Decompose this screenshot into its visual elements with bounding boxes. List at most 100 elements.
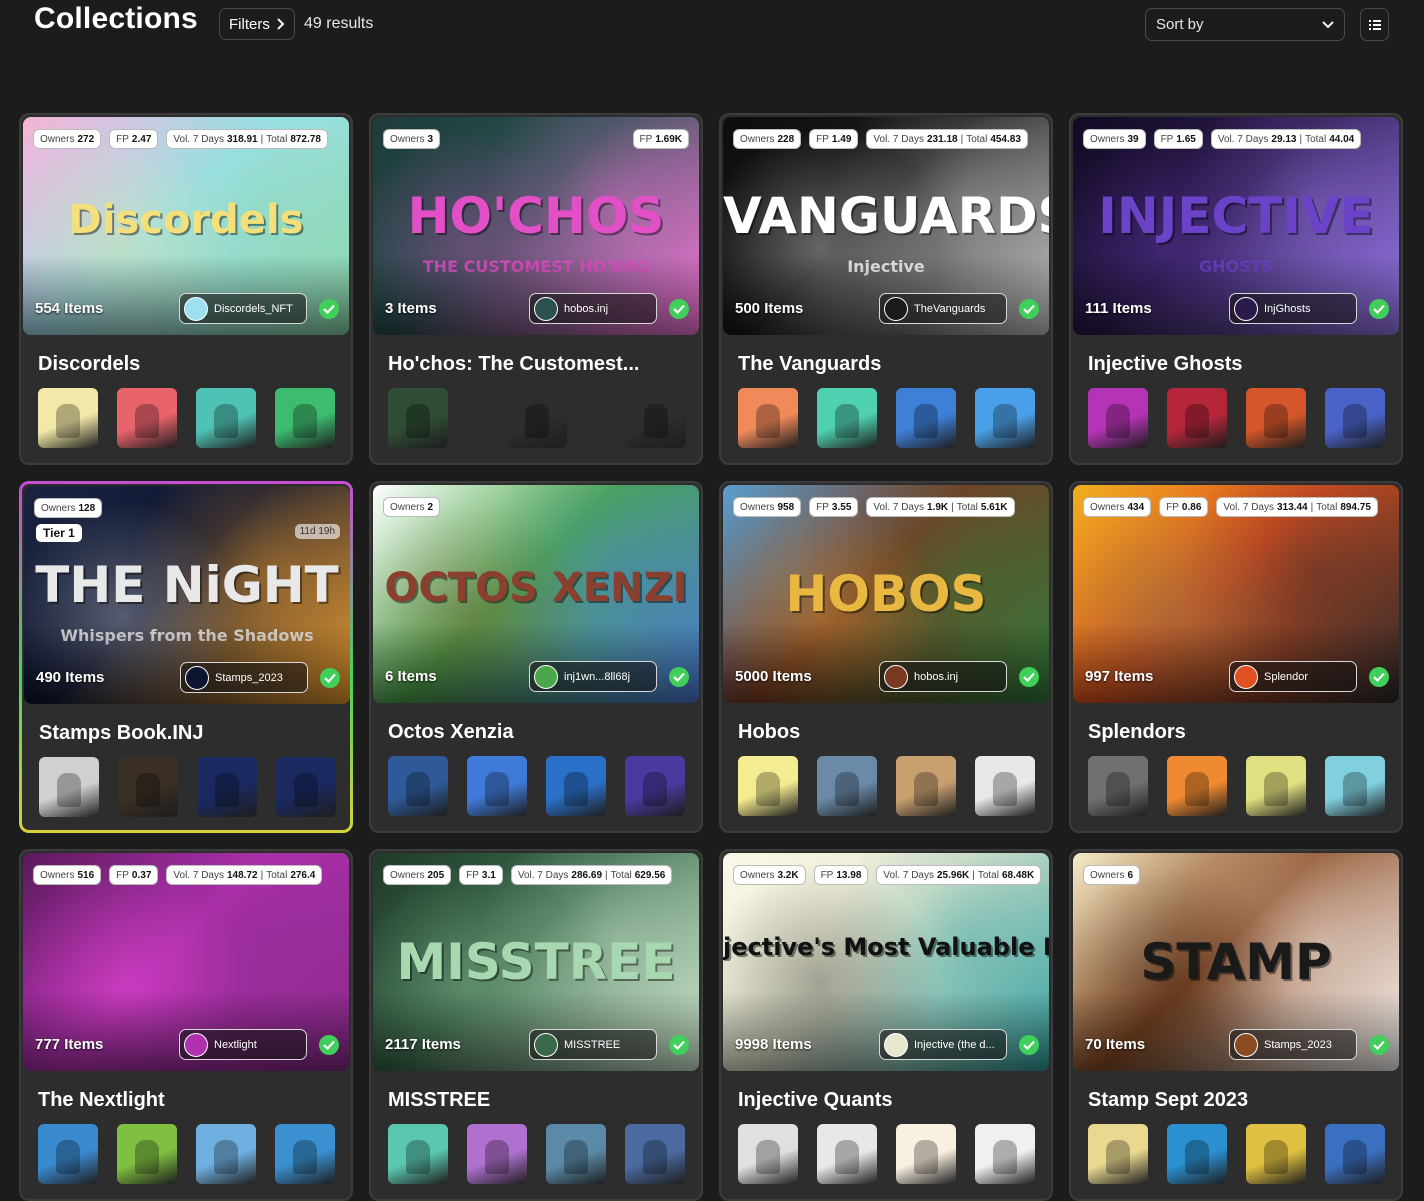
collection-card[interactable]: VANGUARDSInjectiveOwners228FP1.49Vol. 7 …: [719, 113, 1053, 465]
nft-thumbnail[interactable]: [118, 757, 178, 817]
nft-thumbnail[interactable]: [896, 388, 956, 448]
collection-banner[interactable]: HOBOS Owners 958 FP 3.55 Vol. 7 Days 1.9K | Tota…: [723, 485, 1049, 703]
creator-chip[interactable]: Splendor: [1229, 661, 1357, 692]
avatar: [1234, 664, 1258, 689]
creator-chip[interactable]: Nextlight: [179, 1029, 307, 1060]
collection-name: The Vanguards: [738, 353, 882, 375]
collection-banner[interactable]: VANGUARDSInjectiveOwners228FP1.49Vol. 7 …: [723, 117, 1049, 335]
nft-thumbnail[interactable]: [738, 756, 798, 816]
items-count: 70 Items: [1085, 1036, 1146, 1053]
nft-thumbnail[interactable]: [1325, 1124, 1385, 1184]
sort-select[interactable]: Sort by: [1145, 8, 1345, 41]
owners-pill: Owners 272: [33, 129, 102, 149]
owners-pill: Owners 205: [383, 865, 452, 885]
creator-chip[interactable]: Stamps_2023: [1229, 1029, 1357, 1060]
collection-card[interactable]: INJECTIVEGHOSTSOwners39FP1.65Vol. 7 Days…: [1069, 113, 1403, 465]
nft-thumbnail[interactable]: [1088, 388, 1148, 448]
nft-thumbnail[interactable]: [817, 1124, 877, 1184]
thumbnail-figure: [1264, 404, 1288, 438]
nft-thumbnail[interactable]: [1246, 1124, 1306, 1184]
nft-thumbnail[interactable]: [896, 1124, 956, 1184]
collection-banner[interactable]: HO'CHOSTHE CUSTOMEST HO'BROOwners3FP1.69…: [373, 117, 699, 335]
creator-chip[interactable]: Injective (the d...: [879, 1029, 1007, 1060]
nft-thumbnail[interactable]: [975, 1124, 1035, 1184]
collection-card[interactable]: HOBOS Owners 958 FP 3.55 Vol. 7 Days 1.9K | Tota…: [719, 481, 1053, 833]
collection-banner[interactable]: INJECTIVEGHOSTSOwners39FP1.65Vol. 7 Days…: [1073, 117, 1399, 335]
creator-chip[interactable]: hobos.inj: [529, 293, 657, 324]
collection-card[interactable]: Owners 516 FP 0.37 Vol. 7 Days 148.72 | Total 27…: [19, 849, 353, 1201]
nft-thumbnail[interactable]: [117, 388, 177, 448]
nft-thumbnail[interactable]: [738, 1124, 798, 1184]
creator-chip[interactable]: Discordels_NFT: [179, 293, 307, 324]
creator-chip[interactable]: TheVanguards: [879, 293, 1007, 324]
nft-thumbnail[interactable]: [1246, 388, 1306, 448]
nft-thumbnail[interactable]: [975, 388, 1035, 448]
nft-thumbnail[interactable]: [467, 1124, 527, 1184]
thumbnail-figure: [294, 773, 318, 807]
nft-thumbnail[interactable]: [738, 388, 798, 448]
collection-banner[interactable]: MISSTREE Owners 205 FP 3.1 Vol. 7 Days 286.69 |…: [373, 853, 699, 1071]
nft-thumbnail[interactable]: [1088, 1124, 1148, 1184]
nft-thumbnail[interactable]: [896, 756, 956, 816]
nft-thumbnail[interactable]: [38, 388, 98, 448]
creator-name: inj1wn...8ll68j: [564, 670, 631, 683]
collection-banner[interactable]: THE NiGHTWhispers from the ShadowsOwners…: [24, 486, 350, 704]
nft-thumbnail[interactable]: [388, 1124, 448, 1184]
chevron-right-icon: [277, 18, 285, 30]
banner-title: MISSTREE: [396, 933, 676, 991]
nft-thumbnail[interactable]: [276, 757, 336, 817]
collection-card[interactable]: STAMP Owners 6 70 Items Stamps_2023 Stamp Sep…: [1069, 849, 1403, 1201]
collection-card[interactable]: THE NiGHTWhispers from the ShadowsOwners…: [19, 481, 353, 833]
creator-chip[interactable]: MISSTREE: [529, 1029, 657, 1060]
nft-thumbnail[interactable]: [1325, 756, 1385, 816]
verified-icon: [1019, 1035, 1039, 1055]
nft-thumbnail[interactable]: [1325, 388, 1385, 448]
nft-thumbnail[interactable]: [467, 756, 527, 816]
collection-card[interactable]: OCTOS XENZI Owners 2 6 Items inj1wn...8ll68j…: [369, 481, 703, 833]
nft-thumbnail[interactable]: [388, 756, 448, 816]
nft-thumbnail[interactable]: [546, 756, 606, 816]
nft-thumbnail[interactable]: [39, 757, 99, 817]
collection-card[interactable]: Discordels Owners 272 FP 2.47 Vol. 7 Days 318.…: [19, 113, 353, 465]
collection-banner[interactable]: Owners 434 FP 0.86 Vol. 7 Days 313.44 | Total 89…: [1073, 485, 1399, 703]
collection-banner[interactable]: jective's Most Valuable Free N Owners3.2K…: [723, 853, 1049, 1071]
avatar: [184, 296, 208, 321]
nft-thumbnail[interactable]: [275, 388, 335, 448]
nft-thumbnail[interactable]: [196, 388, 256, 448]
creator-chip[interactable]: hobos.inj: [879, 661, 1007, 692]
creator-chip[interactable]: inj1wn...8ll68j: [529, 661, 657, 692]
nft-thumbnail[interactable]: [388, 388, 448, 448]
collection-banner[interactable]: STAMP Owners 6 70 Items Stamps_2023: [1073, 853, 1399, 1071]
nft-thumbnail[interactable]: [1088, 756, 1148, 816]
nft-thumbnail[interactable]: [507, 388, 567, 448]
thumbnail-figure: [1185, 1140, 1209, 1174]
nft-thumbnail[interactable]: [546, 1124, 606, 1184]
collection-banner[interactable]: Owners 516 FP 0.37 Vol. 7 Days 148.72 | Total 27…: [23, 853, 349, 1071]
collection-banner[interactable]: Discordels Owners 272 FP 2.47 Vol. 7 Days 318.…: [23, 117, 349, 335]
collection-card[interactable]: jective's Most Valuable Free N Owners3.2K…: [719, 849, 1053, 1201]
nft-thumbnail[interactable]: [117, 1124, 177, 1184]
collection-card[interactable]: HO'CHOSTHE CUSTOMEST HO'BROOwners3FP1.69…: [369, 113, 703, 465]
nft-thumbnail[interactable]: [275, 1124, 335, 1184]
nft-thumbnail[interactable]: [625, 756, 685, 816]
nft-thumbnail[interactable]: [626, 388, 686, 448]
nft-thumbnail[interactable]: [1167, 756, 1227, 816]
creator-chip[interactable]: Stamps_2023: [180, 662, 308, 693]
nft-thumbnail[interactable]: [817, 388, 877, 448]
nft-thumbnail[interactable]: [975, 756, 1035, 816]
owners-label: Owners: [740, 501, 775, 513]
nft-thumbnail[interactable]: [38, 1124, 98, 1184]
collection-banner[interactable]: OCTOS XENZI Owners 2 6 Items inj1wn...8ll68j: [373, 485, 699, 703]
collection-card[interactable]: MISSTREE Owners 205 FP 3.1 Vol. 7 Days 286.69 |…: [369, 849, 703, 1201]
nft-thumbnail[interactable]: [1167, 1124, 1227, 1184]
nft-thumbnail[interactable]: [1167, 388, 1227, 448]
nft-thumbnail[interactable]: [625, 1124, 685, 1184]
nft-thumbnail[interactable]: [197, 757, 257, 817]
nft-thumbnail[interactable]: [196, 1124, 256, 1184]
list-view-button[interactable]: [1360, 8, 1389, 41]
collection-card[interactable]: Owners 434 FP 0.86 Vol. 7 Days 313.44 | Total 89…: [1069, 481, 1403, 833]
filters-button[interactable]: Filters: [219, 8, 295, 40]
creator-chip[interactable]: InjGhosts: [1229, 293, 1357, 324]
nft-thumbnail[interactable]: [817, 756, 877, 816]
nft-thumbnail[interactable]: [1246, 756, 1306, 816]
